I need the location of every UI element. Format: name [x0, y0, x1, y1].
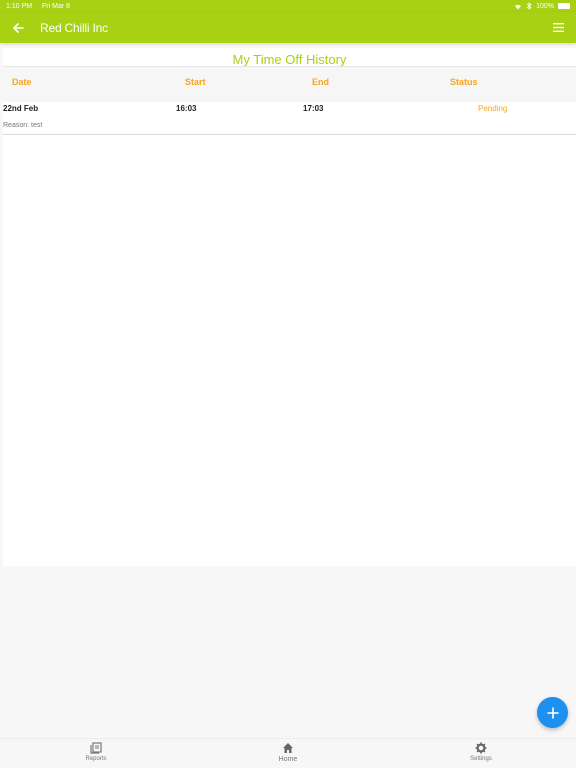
wifi-icon [515, 4, 522, 9]
tab-home[interactable]: Home [258, 742, 318, 763]
row-date: 22nd Feb [3, 104, 39, 113]
header-date: Date [12, 77, 32, 87]
status-bar: 1:10 PM Fri Mar 8 100% [0, 0, 576, 12]
status-time: 1:10 PM [6, 2, 33, 10]
table-header: Date Start End Status [3, 66, 576, 102]
back-button[interactable] [8, 18, 28, 38]
header-end: End [312, 77, 329, 87]
back-arrow-icon [13, 22, 24, 33]
page-title: My Time Off History [232, 52, 347, 67]
status-date: Fri Mar 8 [42, 2, 71, 10]
tab-bar: Reports Home Settings [0, 738, 576, 768]
plus-icon [546, 706, 559, 719]
time-off-history-panel: My Time Off History Date Start End Statu… [3, 48, 576, 566]
status-left: 1:10 PM Fri Mar 8 [6, 3, 78, 10]
battery-percent: 100% [536, 2, 554, 10]
nav-bar: Red Chilli Inc [0, 12, 576, 43]
gear-icon [475, 742, 487, 754]
nav-title: Red Chilli Inc [40, 20, 108, 35]
tab-reports[interactable]: Reports [66, 742, 126, 762]
row-start: 16:03 [176, 104, 197, 113]
reports-icon [90, 742, 102, 754]
menu-button[interactable] [548, 18, 568, 38]
header-status: Status [450, 77, 478, 87]
row-reason: Reason: test [3, 122, 43, 129]
tab-settings-label: Settings [470, 756, 492, 762]
row-status: Pending [478, 104, 508, 113]
add-time-off-button[interactable] [537, 697, 568, 728]
tab-settings[interactable]: Settings [451, 742, 511, 762]
tab-reports-label: Reports [85, 756, 107, 762]
tab-home-label: Home [278, 756, 298, 763]
hamburger-icon [552, 23, 564, 32]
table-row[interactable]: 22nd Feb 16:03 17:03 Pending Reason: tes… [3, 102, 576, 135]
bluetooth-icon [526, 2, 532, 10]
status-right: 100% [514, 2, 570, 10]
header-start: Start [185, 77, 206, 87]
battery-icon [558, 3, 570, 9]
row-end: 17:03 [303, 104, 324, 113]
home-icon [283, 743, 293, 753]
